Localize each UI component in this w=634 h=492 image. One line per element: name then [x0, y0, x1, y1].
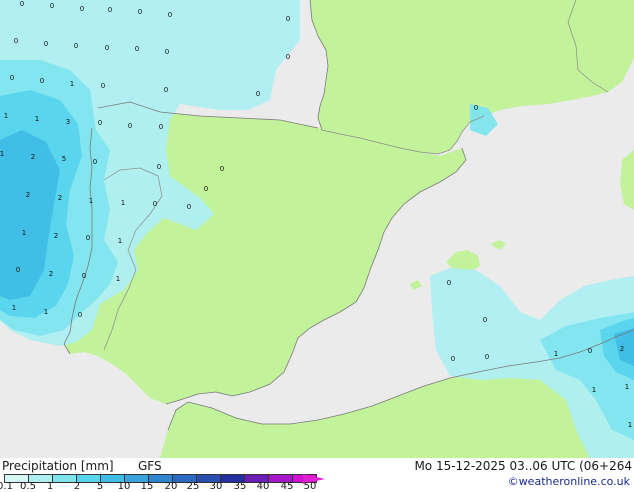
precip-value: 0: [50, 2, 54, 10]
precip-value: 0: [165, 48, 169, 56]
precip-value: 2: [26, 191, 30, 199]
precip-value: 0: [93, 158, 97, 166]
precip-value: 3: [66, 118, 70, 126]
precip-value: 0: [20, 0, 24, 8]
precip-value: 0: [80, 5, 84, 13]
precip-value: 1: [118, 237, 122, 245]
legend-bar: Precipitation [mm] GFS Mo 15-12-2025 03.…: [0, 458, 634, 492]
scale-tick-label: 10: [117, 481, 131, 492]
precip-value: 1: [121, 199, 125, 207]
precip-value: 1: [44, 308, 48, 316]
precip-value: 2: [620, 345, 624, 353]
precip-value: 0: [105, 44, 109, 52]
scale-tick-label: 40: [256, 481, 270, 492]
scale-tick-label: 0.5: [20, 481, 36, 492]
precip-value: 1: [625, 383, 629, 391]
precip-value: 0: [16, 266, 20, 274]
precip-value: 0: [256, 90, 260, 98]
scale-tick-label: 1: [46, 481, 54, 492]
precip-value: 2: [31, 153, 35, 161]
precip-value: 0: [82, 272, 86, 280]
precip-value: 0: [74, 42, 78, 50]
precip-value: 1: [116, 275, 120, 283]
precip-value: 0: [101, 82, 105, 90]
precip-value: 0: [78, 311, 82, 319]
scale-tick-label: 25: [186, 481, 200, 492]
precip-value: 5: [62, 155, 66, 163]
scale-tick-label: 15: [140, 481, 154, 492]
precipitation-map: 0 0 0 0 0 0 0 0 0 0 0 0 0 0 0 0 1 0 0 0 1 1 3 0 0 0 0 1 2 5 0 0 0 2 2 1 1 0 0 0…: [0, 0, 634, 458]
precip-value: 1: [89, 197, 93, 205]
precip-value: 0: [159, 123, 163, 131]
precip-value: 1: [22, 229, 26, 237]
map-canvas: 0 0 0 0 0 0 0 0 0 0 0 0 0 0 0 0 1 0 0 0 1 1 3 0 0 0 0 1 2 5 0 0 0 2 2 1 1 0 0 0…: [0, 0, 634, 458]
scale-tick-label: 20: [164, 481, 178, 492]
precip-value: 0: [164, 86, 168, 94]
precip-value: 0: [44, 40, 48, 48]
precip-value: 0: [286, 15, 290, 23]
scale-tick-label: 45: [280, 481, 294, 492]
precip-value: 0: [153, 200, 157, 208]
precip-value: 1: [35, 115, 39, 123]
forecast-datetime: Mo 15-12-2025 03..06 UTC (06+264: [414, 459, 632, 473]
precip-value: 1: [0, 150, 4, 158]
precip-value: 1: [4, 112, 8, 120]
precip-value: 2: [54, 232, 58, 240]
precip-value: 0: [485, 353, 489, 361]
precip-value: 0: [10, 74, 14, 82]
precip-value: 2: [49, 270, 53, 278]
scale-tick-label: 2: [73, 481, 81, 492]
precip-value: 0: [86, 234, 90, 242]
precip-value: 0: [220, 165, 224, 173]
precip-value: 1: [592, 386, 596, 394]
precip-value: 1: [554, 350, 558, 358]
precip-value: 0: [187, 203, 191, 211]
precip-value: 0: [474, 104, 478, 112]
precip-value: 1: [12, 304, 16, 312]
credit-link[interactable]: ©weatheronline.co.uk: [508, 475, 630, 488]
model-name: GFS: [138, 459, 162, 473]
scale-tick-label: 30: [209, 481, 223, 492]
scale-tick-label: 35: [233, 481, 247, 492]
precip-value: 1: [628, 421, 632, 429]
precip-value: 0: [588, 347, 592, 355]
scale-tick-label: 0.1: [0, 481, 13, 492]
precip-value: 0: [128, 122, 132, 130]
precip-value: 0: [98, 119, 102, 127]
legend-title: Precipitation [mm]: [2, 459, 114, 473]
precip-value: 0: [40, 77, 44, 85]
scale-tick-label: 5: [96, 481, 104, 492]
precip-value: 0: [286, 53, 290, 61]
precip-value: 0: [204, 185, 208, 193]
precip-value: 0: [138, 8, 142, 16]
precip-value: 0: [157, 163, 161, 171]
precip-value: 0: [168, 11, 172, 19]
precip-value: 0: [447, 279, 451, 287]
precip-value: 0: [108, 6, 112, 14]
precip-value: 0: [483, 316, 487, 324]
precip-value: 0: [135, 45, 139, 53]
precip-value: 2: [58, 194, 62, 202]
scale-tick-label: 50: [303, 481, 317, 492]
precip-value: 0: [451, 355, 455, 363]
precip-value: 0: [14, 37, 18, 45]
precip-value: 1: [70, 80, 74, 88]
